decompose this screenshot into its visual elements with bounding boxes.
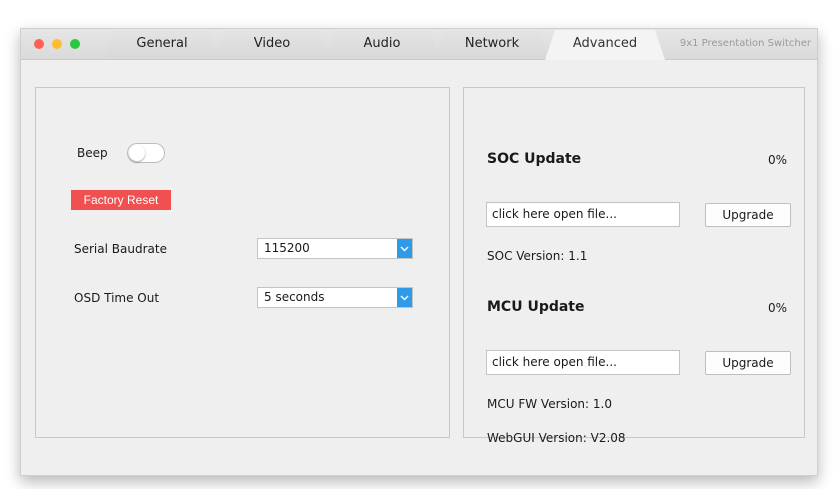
soc-version-label: SOC Version: (487, 249, 565, 263)
close-window-icon[interactable] (34, 39, 44, 49)
osd-timeout-label: OSD Time Out (74, 291, 160, 305)
tab-advanced[interactable]: Advanced (545, 30, 665, 60)
webgui-version: WebGUI Version: V2.08 (487, 431, 626, 445)
mcu-update-title: MCU Update (487, 299, 585, 315)
title-bar: General Video Audio Network Advanced 9x1… (21, 29, 817, 60)
mcu-fw-version-label: MCU FW Version: (487, 397, 590, 411)
mcu-file-input[interactable]: click here open file... (486, 350, 680, 375)
soc-update-title: SOC Update (487, 151, 582, 167)
tab-video[interactable]: Video (215, 30, 329, 58)
soc-file-input[interactable]: click here open file... (486, 202, 680, 227)
webgui-version-label: WebGUI Version: (487, 431, 587, 445)
tab-network[interactable]: Network (435, 30, 549, 58)
beep-label: Beep (77, 146, 108, 160)
soc-version-value: 1.1 (568, 249, 588, 263)
serial-baudrate-value: 115200 (264, 241, 310, 255)
tab-audio[interactable]: Audio (325, 30, 439, 58)
webgui-version-value: V2.08 (590, 431, 626, 445)
mcu-fw-version: MCU FW Version: 1.0 (487, 397, 612, 411)
mcu-progress: 0% (768, 301, 788, 315)
beep-toggle[interactable] (127, 143, 165, 163)
soc-upgrade-button[interactable]: Upgrade (705, 203, 791, 227)
mcu-fw-version-value: 1.0 (592, 397, 613, 411)
tab-general[interactable]: General (105, 30, 219, 58)
osd-timeout-value: 5 seconds (264, 290, 325, 304)
serial-baudrate-label: Serial Baudrate (74, 242, 167, 256)
factory-reset-button[interactable]: Factory Reset (71, 190, 171, 210)
minimize-window-icon[interactable] (52, 39, 62, 49)
zoom-window-icon[interactable] (70, 39, 80, 49)
mcu-upgrade-button[interactable]: Upgrade (705, 351, 791, 375)
chevron-down-icon[interactable] (397, 288, 412, 307)
update-panel: SOC Update 0% click here open file... Up… (463, 87, 805, 445)
osd-timeout-select[interactable]: 5 seconds (257, 287, 413, 308)
general-settings-panel: Beep Factory Reset Serial Baudrate 11520… (35, 87, 450, 438)
chevron-down-icon[interactable] (397, 239, 412, 258)
app-title: 9x1 Presentation Switcher (679, 38, 811, 49)
app-window: General Video Audio Network Advanced 9x1… (20, 28, 818, 476)
soc-version: SOC Version: 1.1 (487, 249, 587, 263)
soc-progress: 0% (768, 153, 788, 167)
serial-baudrate-select[interactable]: 115200 (257, 238, 413, 259)
toggle-knob (129, 145, 145, 161)
